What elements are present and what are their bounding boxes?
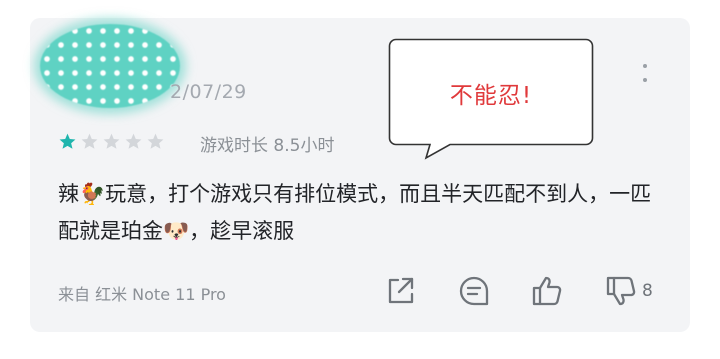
star-icon <box>103 133 120 149</box>
like-button[interactable] <box>530 274 564 308</box>
star-rating <box>58 132 165 151</box>
share-button[interactable] <box>383 274 417 308</box>
review-text-part: 玩意，打个游戏只有排位模式，而且半天匹配不到人，一匹配就是珀金 <box>58 182 652 243</box>
dislike-count: 8 <box>642 281 653 301</box>
star-icon <box>125 133 142 149</box>
more-vertical-icon[interactable] <box>640 62 650 88</box>
thumbs-down-icon <box>606 276 636 306</box>
device-source: 来自 红米 Note 11 Pro <box>58 285 226 304</box>
avatar[interactable] <box>40 24 180 108</box>
comment-button[interactable] <box>457 274 491 308</box>
speech-bubble-callout: 不能忍! <box>388 38 594 160</box>
star-icon <box>59 133 76 149</box>
dog-emoji: 🐶 <box>163 219 190 243</box>
star-icon <box>81 133 98 149</box>
dislike-button[interactable] <box>604 274 638 308</box>
comment-icon <box>459 276 489 306</box>
review-text: 辣🐓玩意，打个游戏只有排位模式，而且半天匹配不到人，一匹配就是珀金🐶，趁早滚服 <box>58 176 668 250</box>
share-icon <box>388 277 414 304</box>
review-text-part: ，趁早滚服 <box>189 219 295 243</box>
review-date: 2/07/29 <box>170 81 247 103</box>
thumbs-up-icon <box>532 276 562 306</box>
star-icon <box>147 133 164 149</box>
playtime-label: 游戏时长 8.5小时 <box>200 136 335 156</box>
callout-text: 不能忍! <box>449 83 533 109</box>
review-text-part: 辣 <box>58 182 79 206</box>
chicken-emoji: 🐓 <box>79 182 106 206</box>
